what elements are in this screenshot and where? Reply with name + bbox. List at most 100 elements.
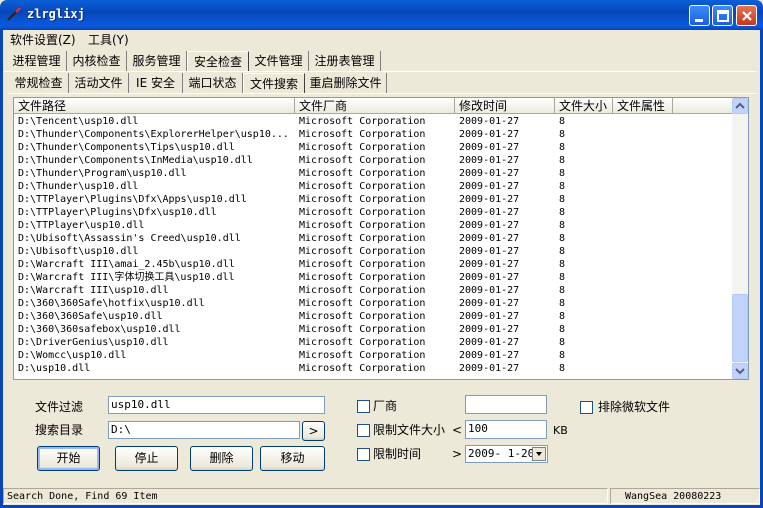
tab-files[interactable]: 文件管理	[249, 51, 309, 71]
table-row[interactable]: D:\360\360Safe\usp10.dll Microsoft Corpor…	[14, 310, 733, 323]
cell-path: D:\360\360Safe\hotfix\usp10.dll	[18, 298, 205, 309]
cell-modified: 2009-01-27	[459, 142, 520, 153]
cell-attributes	[613, 323, 673, 336]
table-row[interactable]: D:\usp10.dll Microsoft Corporation 2009-01…	[14, 362, 733, 375]
subtab-active-files[interactable]: 活动文件	[69, 73, 129, 93]
filter-input[interactable]: usp10.dll	[108, 396, 325, 414]
tab-services[interactable]: 服务管理	[127, 51, 187, 71]
col-attributes[interactable]: 文件属性	[613, 98, 673, 114]
cell-size: 8	[559, 337, 566, 348]
vertical-scrollbar[interactable]	[732, 98, 748, 379]
chevron-down-icon	[536, 452, 542, 456]
cell-path: D:\Womcc\usp10.dll	[18, 350, 127, 361]
cell-vendor: Microsoft Corporation	[299, 324, 426, 335]
cell-size: 8	[559, 194, 566, 205]
table-row[interactable]: D:\Warcraft III\amai_2.45b\usp10.dll Micr…	[14, 258, 733, 271]
menu-settings[interactable]: 软件设置(Z)	[4, 32, 82, 48]
cell-path: D:\DriverGenius\usp10.dll	[18, 337, 169, 348]
cell-vendor: Microsoft Corporation	[299, 129, 426, 140]
cell-modified: 2009-01-27	[459, 285, 520, 296]
table-row[interactable]: D:\Ubisoft\Assassin's Creed\usp10.dll Mic…	[14, 232, 733, 245]
table-row[interactable]: D:\TTPlayer\Plugins\Dfx\usp10.dll Microso…	[14, 206, 733, 219]
sub-tab-divider	[8, 93, 756, 94]
cell-path: D:\TTPlayer\usp10.dll	[18, 220, 145, 231]
cell-path: D:\360\360Safe\usp10.dll	[18, 311, 163, 322]
tab-registry[interactable]: 注册表管理	[309, 51, 381, 71]
table-row[interactable]: D:\360\360safebox\usp10.dll Microsoft Cor…	[14, 323, 733, 336]
vendor-checkbox[interactable]	[357, 400, 370, 413]
cell-modified: 2009-01-27	[459, 259, 520, 270]
subtab-file-search[interactable]: 文件搜索	[243, 73, 305, 93]
cell-size: 8	[559, 155, 566, 166]
table-row[interactable]: D:\Warcraft III\usp10.dll Microsoft Corpo…	[14, 284, 733, 297]
tab-process[interactable]: 进程管理	[7, 51, 67, 71]
table-row[interactable]: D:\Womcc\usp10.dll Microsoft Corporation 2…	[14, 349, 733, 362]
table-row[interactable]: D:\Thunder\Components\InMedia\usp10.dll M…	[14, 154, 733, 167]
cell-attributes	[613, 362, 673, 375]
tab-security[interactable]: 安全检查	[187, 51, 249, 71]
time-limit-datepicker[interactable]: 2009- 1-20	[465, 445, 548, 463]
cell-modified: 2009-01-27	[459, 155, 520, 166]
size-limit-input[interactable]: 100	[465, 420, 547, 439]
table-row[interactable]: D:\Tencent\usp10.dll Microsoft Corporatio…	[14, 115, 733, 128]
filter-label: 文件过滤	[35, 400, 84, 414]
subtab-port-status[interactable]: 端口状态	[183, 73, 243, 93]
cell-path: D:\usp10.dll	[18, 363, 91, 374]
menu-tools[interactable]: 工具(Y)	[82, 32, 135, 48]
time-operator: >	[452, 447, 463, 461]
table-row[interactable]: D:\TTPlayer\Plugins\Dfx\Apps\usp10.dll Mi…	[14, 193, 733, 206]
exclude-microsoft-checkbox[interactable]	[580, 401, 593, 414]
minimize-button[interactable]	[689, 5, 710, 26]
cell-modified: 2009-01-27	[459, 220, 520, 231]
maximize-button[interactable]	[712, 5, 733, 26]
scroll-up-button[interactable]	[732, 98, 748, 114]
cell-vendor: Microsoft Corporation	[299, 155, 426, 166]
subtab-ie-security[interactable]: IE 安全	[129, 73, 183, 93]
scroll-thumb[interactable]	[732, 294, 748, 362]
table-row[interactable]: D:\Thunder\Components\ExplorerHelper\usp…	[14, 128, 733, 141]
cell-modified: 2009-01-27	[459, 298, 520, 309]
browse-button[interactable]: >	[302, 421, 325, 441]
cell-path: D:\TTPlayer\Plugins\Dfx\Apps\usp10.dll	[18, 194, 247, 205]
scroll-down-icon	[735, 368, 745, 375]
cell-vendor: Microsoft Corporation	[299, 207, 426, 218]
table-row[interactable]: D:\Warcraft III\字体切换工具\usp10.dll Microsof…	[14, 271, 733, 284]
size-limit-checkbox[interactable]	[357, 424, 370, 437]
cell-path: D:\Ubisoft\Assassin's Creed\usp10.dll	[18, 233, 241, 244]
scroll-down-button[interactable]	[732, 363, 748, 379]
cell-attributes	[613, 297, 673, 310]
datepicker-dropdown-button[interactable]	[532, 447, 546, 461]
stop-button[interactable]: 停止	[115, 446, 178, 471]
time-limit-checkbox[interactable]	[357, 448, 370, 461]
col-size[interactable]: 文件大小	[555, 98, 613, 114]
subtab-general[interactable]: 常规检查	[9, 73, 69, 93]
search-results-list[interactable]: 文件路径 文件厂商 修改时间 文件大小 文件属性 D:\Tencent\usp1…	[13, 97, 749, 380]
col-vendor[interactable]: 文件厂商	[295, 98, 455, 114]
subtab-reboot-delete[interactable]: 重启删除文件	[305, 73, 387, 93]
cell-vendor: Microsoft Corporation	[299, 142, 426, 153]
cell-path: D:\Warcraft III\usp10.dll	[18, 285, 169, 296]
close-button[interactable]	[736, 5, 757, 26]
size-operator: <	[452, 423, 463, 437]
cell-path: D:\Tencent\usp10.dll	[18, 116, 139, 127]
status-bar: Search Done, Find 69 Item WangSea 200802…	[3, 487, 760, 505]
table-row[interactable]: D:\TTPlayer\usp10.dll Microsoft Corporati…	[14, 219, 733, 232]
col-modified[interactable]: 修改时间	[455, 98, 555, 114]
table-row[interactable]: D:\Ubisoft\usp10.dll Microsoft Corporatio…	[14, 245, 733, 258]
cell-vendor: Microsoft Corporation	[299, 311, 426, 322]
tab-kernel[interactable]: 内核检查	[67, 51, 127, 71]
cell-path: D:\Ubisoft\usp10.dll	[18, 246, 139, 257]
title-bar[interactable]: zlrglixj	[0, 0, 763, 30]
col-path[interactable]: 文件路径	[14, 98, 295, 114]
vendor-input[interactable]	[465, 395, 547, 414]
table-row[interactable]: D:\Thunder\usp10.dll Microsoft Corporatio…	[14, 180, 733, 193]
table-row[interactable]: D:\DriverGenius\usp10.dll Microsoft Corpo…	[14, 336, 733, 349]
cell-path: D:\TTPlayer\Plugins\Dfx\usp10.dll	[18, 207, 217, 218]
table-row[interactable]: D:\360\360Safe\hotfix\usp10.dll Microsoft…	[14, 297, 733, 310]
table-row[interactable]: D:\Thunder\Program\usp10.dll Microsoft Co…	[14, 167, 733, 180]
start-button[interactable]: 开始	[37, 446, 100, 471]
delete-button[interactable]: 删除	[190, 446, 253, 471]
search-dir-input[interactable]: D:\	[108, 421, 300, 439]
move-button[interactable]: 移动	[260, 446, 325, 471]
table-row[interactable]: D:\Thunder\Components\Tips\usp10.dll Micr…	[14, 141, 733, 154]
